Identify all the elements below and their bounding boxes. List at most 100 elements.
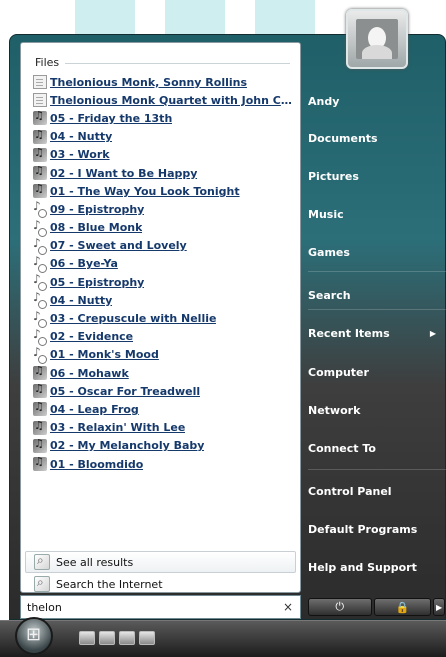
file-result-item[interactable]: 04 - Leap Frog: [33, 400, 295, 418]
file-result-item[interactable]: 02 - Evidence: [33, 328, 295, 346]
music-file-icon: [33, 182, 47, 199]
divider: [308, 469, 446, 470]
file-result-label: 02 - Evidence: [50, 330, 134, 344]
file-result-item[interactable]: 09 - Epistrophy: [33, 200, 295, 219]
file-result-item[interactable]: 03 - Work: [33, 146, 295, 164]
right-item-default-programs[interactable]: Default Programs: [308, 519, 446, 539]
audio-note-icon: [33, 219, 47, 237]
audio-note-icon: [33, 237, 47, 255]
switch-windows-icon[interactable]: [99, 631, 115, 645]
submenu-arrow-icon: ▶: [429, 328, 436, 338]
user-avatar[interactable]: [346, 9, 408, 69]
right-item-label: Control Panel: [308, 484, 392, 498]
file-result-label: 04 - Leap Frog: [50, 402, 139, 416]
file-result-item[interactable]: Thelonious Monk, Sonny Rollins: [33, 73, 295, 91]
right-item-label: Network: [308, 403, 361, 417]
file-result-item[interactable]: 06 - Bye-Ya: [33, 255, 295, 273]
file-result-item[interactable]: 01 - Monk's Mood: [33, 346, 295, 364]
right-item-search[interactable]: Search: [308, 285, 446, 305]
divider: [308, 271, 446, 272]
right-item-documents[interactable]: Documents: [308, 128, 446, 148]
music-file-icon: [33, 109, 47, 126]
power-button[interactable]: ⏻: [308, 598, 372, 616]
see-all-results-button[interactable]: See all results: [25, 551, 296, 573]
file-result-label: 01 - The Way You Look Tonight: [50, 184, 240, 198]
file-result-item[interactable]: 04 - Nutty: [33, 128, 295, 146]
right-item-control-panel[interactable]: Control Panel: [308, 481, 446, 501]
right-item-label: Music: [308, 207, 344, 221]
search-results-icon: [34, 553, 50, 570]
file-result-label: 03 - Work: [50, 148, 110, 162]
right-item-label: Search: [308, 288, 351, 302]
file-result-label: 06 - Mohawk: [50, 366, 129, 380]
file-result-item[interactable]: 03 - Relaxin' With Lee: [33, 419, 295, 437]
file-result-label: 07 - Sweet and Lovely: [50, 239, 187, 253]
file-result-item[interactable]: 02 - My Melancholy Baby: [33, 437, 295, 455]
file-result-item[interactable]: 05 - Epistrophy: [33, 273, 295, 292]
chevron-right-icon: ▶: [435, 602, 443, 612]
right-item-andy[interactable]: Andy: [308, 91, 446, 111]
show-desktop-icon[interactable]: [79, 631, 95, 645]
start-menu: Files Thelonious Monk, Sonny Rollins Thel…: [9, 9, 446, 620]
avatar-picture: [356, 19, 398, 59]
search-internet-button[interactable]: Search the Internet: [25, 573, 296, 595]
right-item-label: Pictures: [308, 169, 359, 183]
file-result-label: 04 - Nutty: [50, 293, 113, 307]
file-result-item[interactable]: 06 - Mohawk: [33, 364, 295, 382]
avatar-body: [362, 45, 392, 59]
file-result-item[interactable]: 04 - Nutty: [33, 291, 295, 310]
right-item-help-and-support[interactable]: Help and Support: [308, 557, 446, 577]
start-orb-button[interactable]: [15, 617, 53, 655]
right-item-pictures[interactable]: Pictures: [308, 166, 446, 186]
audio-note-icon: [33, 255, 47, 273]
file-result-label: 02 - I Want to Be Happy: [50, 166, 198, 180]
right-item-connect-to[interactable]: Connect To: [308, 438, 446, 458]
right-item-computer[interactable]: Computer: [308, 362, 446, 382]
file-result-item[interactable]: 02 - I Want to Be Happy: [33, 164, 295, 182]
file-result-item[interactable]: 05 - Friday the 13th: [33, 109, 295, 127]
audio-note-icon: [33, 291, 47, 310]
power-icon: ⏻: [335, 600, 345, 613]
clear-search-icon[interactable]: ×: [282, 600, 294, 614]
media-player-icon[interactable]: [139, 631, 155, 645]
file-result-item[interactable]: 03 - Crepuscule with Nellie: [33, 309, 295, 328]
right-item-label: Documents: [308, 131, 378, 145]
right-item-network[interactable]: Network: [308, 400, 446, 420]
file-result-label: 02 - My Melancholy Baby: [50, 439, 205, 453]
right-item-label: Games: [308, 245, 350, 259]
file-results-list: Thelonious Monk, Sonny Rollins Thelonious…: [33, 73, 295, 473]
right-item-games[interactable]: Games: [308, 242, 446, 262]
taskbar: [0, 620, 446, 657]
internet-explorer-icon[interactable]: [119, 631, 135, 645]
divider: [308, 309, 446, 310]
file-result-item[interactable]: 08 - Blue Monk: [33, 219, 295, 237]
right-item-music[interactable]: Music: [308, 204, 446, 224]
file-result-item[interactable]: 01 - The Way You Look Tonight: [33, 182, 295, 200]
file-result-label: 01 - Bloomdido: [50, 457, 144, 471]
file-result-label: Thelonious Monk Quartet with John Co...: [50, 93, 295, 107]
lock-button[interactable]: 🔒: [373, 598, 432, 616]
shutdown-options-button[interactable]: ▶: [433, 598, 445, 616]
file-result-label: 05 - Friday the 13th: [50, 111, 173, 125]
internet-search-icon: [34, 575, 50, 592]
document-icon: [33, 93, 47, 108]
file-result-item[interactable]: 05 - Oscar For Treadwell: [33, 382, 295, 400]
search-input[interactable]: [27, 600, 282, 614]
right-item-recent-items[interactable]: Recent Items ▶: [308, 323, 446, 343]
file-result-item[interactable]: 01 - Bloomdido: [33, 455, 295, 473]
music-file-icon: [33, 455, 47, 472]
file-result-label: 05 - Oscar For Treadwell: [50, 384, 201, 398]
file-result-label: 04 - Nutty: [50, 130, 113, 144]
file-result-label: 01 - Monk's Mood: [50, 348, 159, 362]
file-result-item[interactable]: 07 - Sweet and Lovely: [33, 237, 295, 255]
music-file-icon: [33, 382, 47, 399]
start-search-box[interactable]: ×: [20, 595, 301, 619]
divider: [65, 62, 290, 64]
file-result-item[interactable]: Thelonious Monk Quartet with John Co...: [33, 91, 295, 109]
right-item-label: Recent Items: [308, 326, 390, 340]
right-item-label: Andy: [308, 94, 340, 108]
music-file-icon: [33, 164, 47, 181]
file-result-label: 06 - Bye-Ya: [50, 257, 118, 271]
file-result-label: 03 - Crepuscule with Nellie: [50, 312, 217, 326]
right-item-label: Connect To: [308, 441, 376, 455]
